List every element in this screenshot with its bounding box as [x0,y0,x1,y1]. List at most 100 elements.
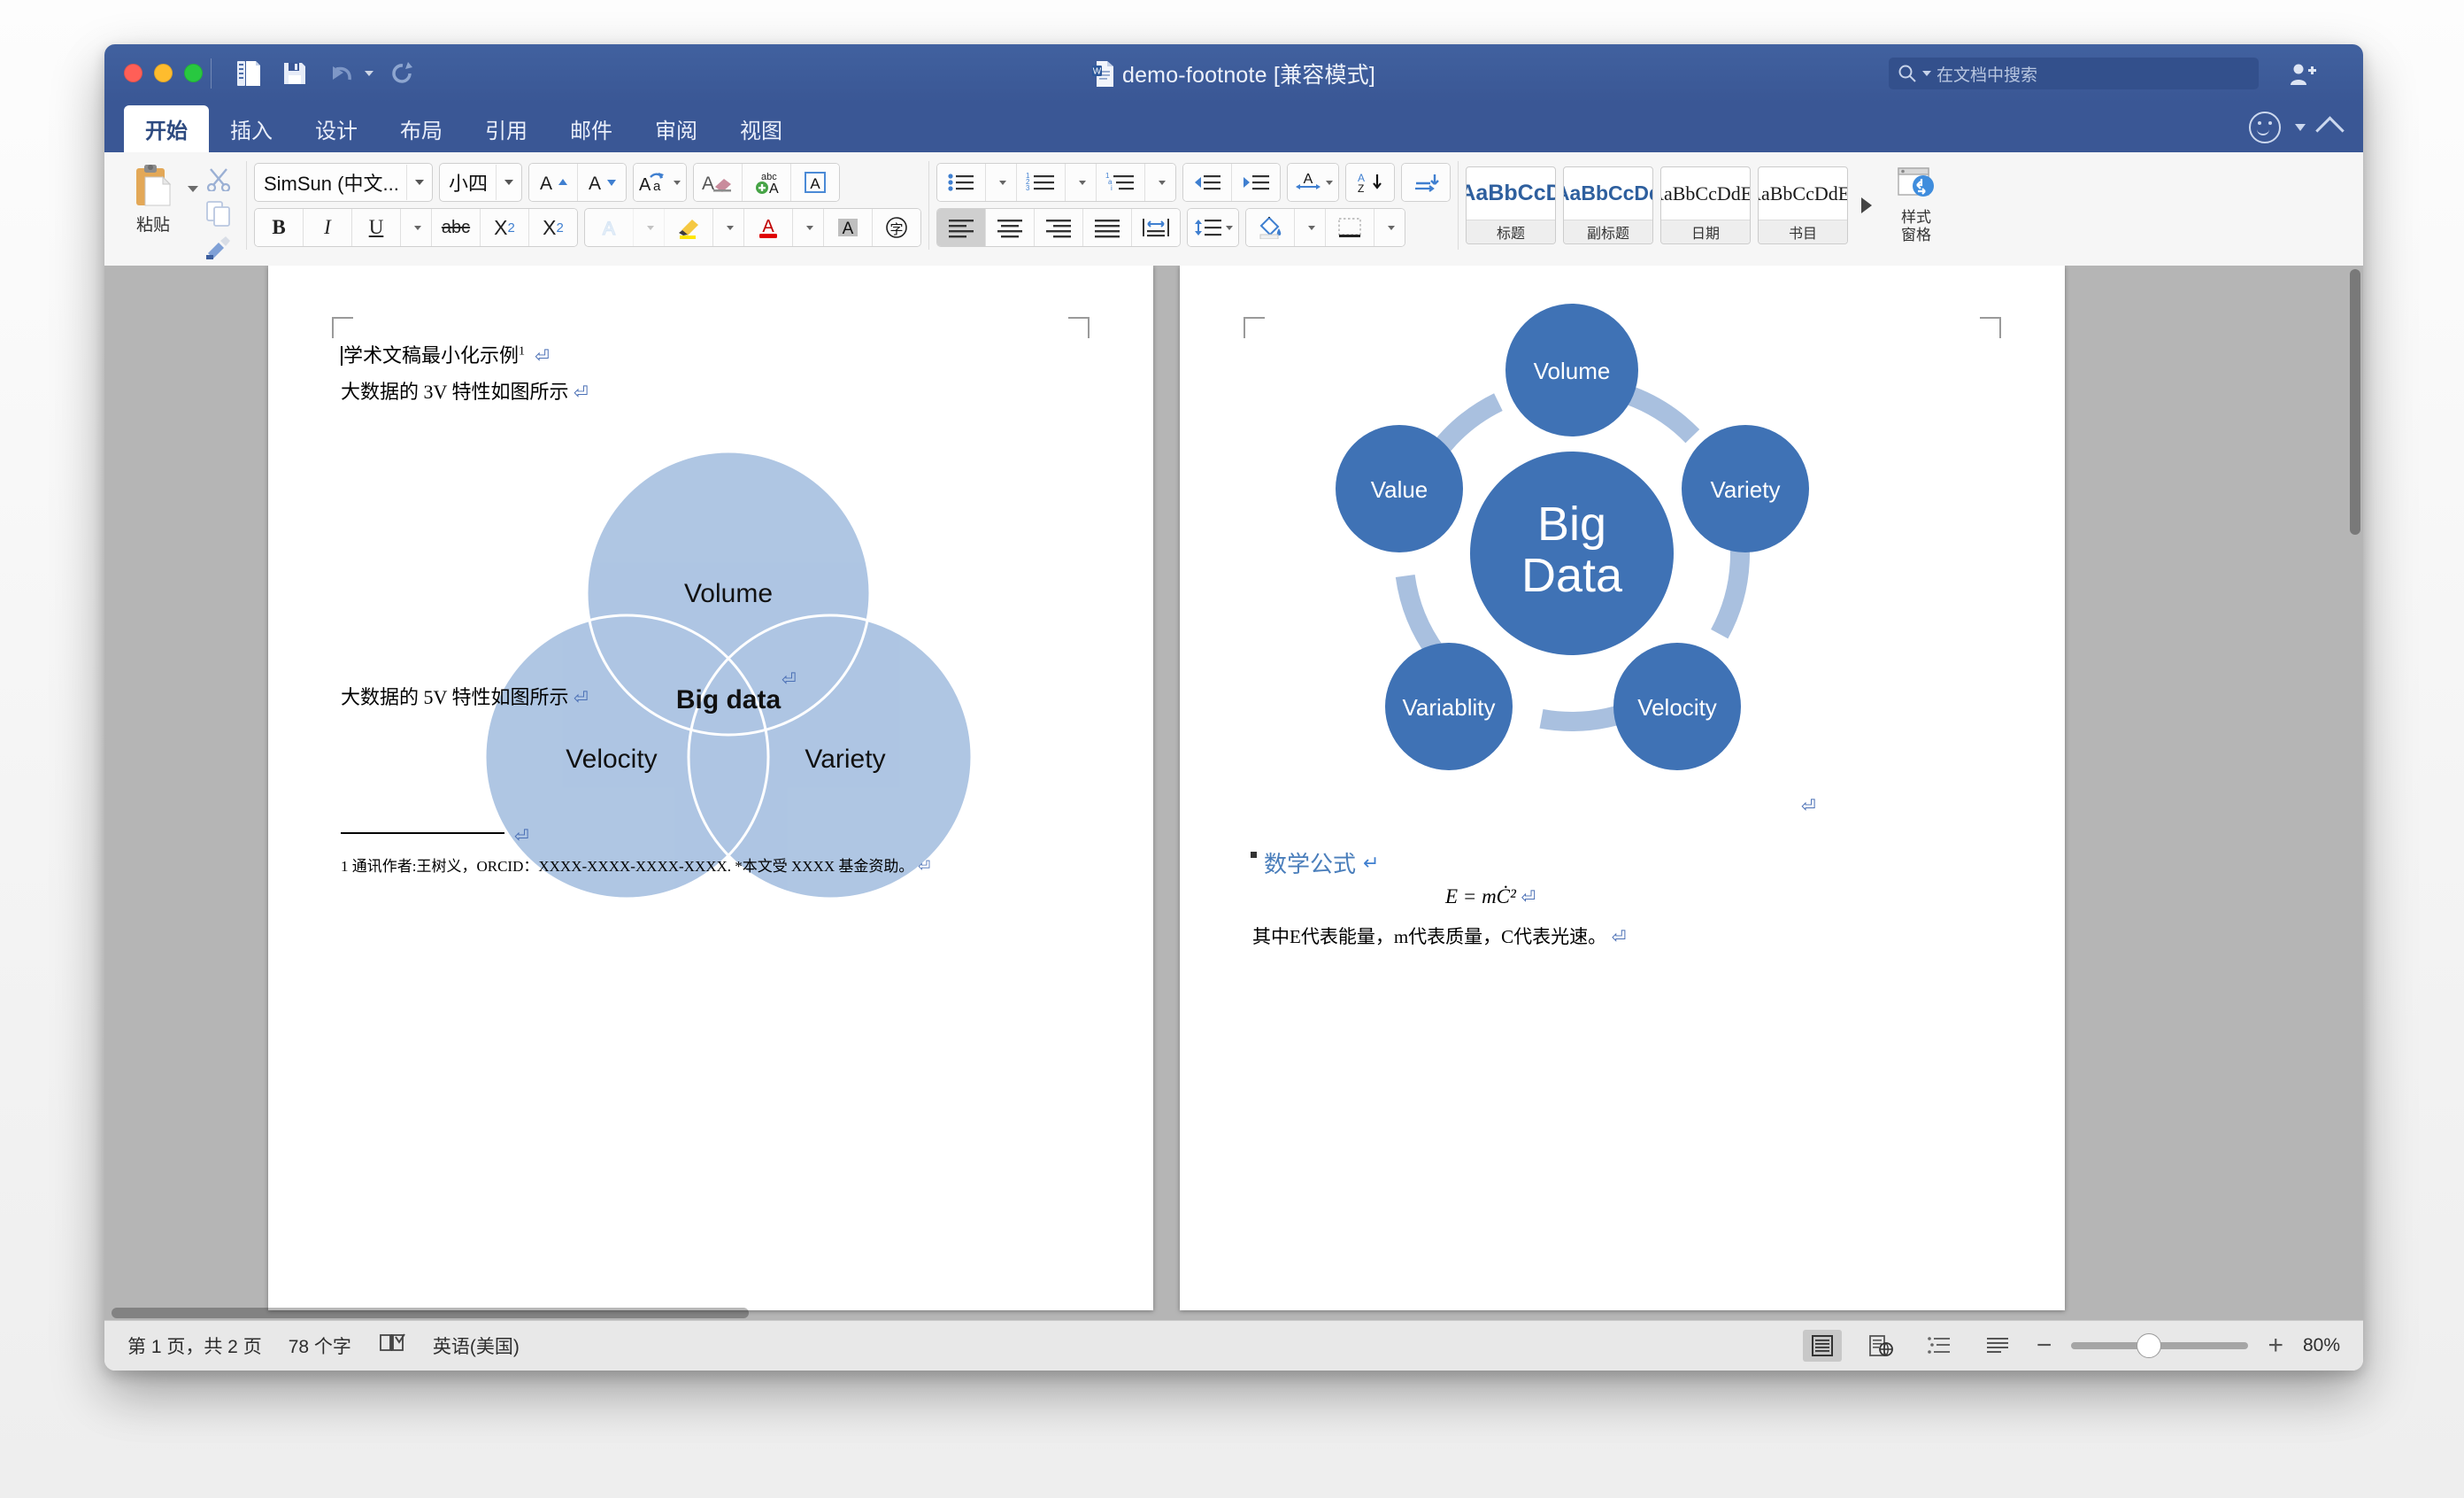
tab-mailings[interactable]: 邮件 [549,105,634,153]
highlight-icon[interactable] [665,209,713,246]
text-effects-button[interactable]: A [585,209,634,246]
document-page-1[interactable]: 学术文稿最小化示例1 ⏎ 大数据的 3V 特性如图所示 ⏎ Volume Vel… [268,266,1153,1310]
bullet-list-icon[interactable] [937,164,986,201]
cycle-diagram-5v[interactable]: Big Data Volume Variety Velocity Variabl… [1302,292,1851,815]
show-formatting-marks-icon[interactable] [1402,164,1450,201]
vertical-scrollbar[interactable] [2350,269,2360,1317]
text-direction-icon[interactable]: A [1288,164,1338,201]
gallery-scroll-right-icon[interactable] [1855,167,1878,243]
zoom-slider-knob[interactable] [2137,1333,2162,1358]
style-item-bibliography[interactable]: AaBbCcDdEe 书目 [1758,166,1848,244]
character-border-button[interactable]: A [791,164,839,201]
shrink-font-button[interactable]: A [578,164,626,201]
grow-font-button[interactable]: A [529,164,578,201]
justify-icon[interactable] [1083,209,1132,246]
feedback-smiley-icon[interactable] [2249,112,2281,143]
cut-scissors-icon[interactable] [198,163,239,195]
character-shading-button[interactable]: A [824,209,873,246]
superscript-button[interactable]: X2 [529,209,577,246]
format-painter-icon[interactable] [198,232,239,264]
floppy-disk-icon[interactable] [278,57,312,90]
underline-dropdown[interactable] [401,209,432,246]
close-button[interactable] [124,64,142,82]
tab-insert[interactable]: 插入 [209,105,294,153]
shading-dropdown[interactable] [1295,209,1326,246]
borders-dropdown[interactable] [1374,209,1405,246]
subscript-button[interactable]: X2 [481,209,529,246]
shading-bucket-icon[interactable] [1246,209,1295,246]
zoom-in-button[interactable]: + [2268,1332,2283,1359]
borders-icon[interactable] [1326,209,1374,246]
sort-az-icon[interactable]: AZ [1346,164,1394,201]
enclose-character-button[interactable]: 字 [873,209,920,246]
zoom-level-label[interactable]: 80% [2303,1335,2340,1356]
tab-layout[interactable]: 布局 [379,105,464,153]
clear-formatting-button[interactable]: A [694,164,743,201]
document-page-2[interactable]: Big Data Volume Variety Velocity Variabl… [1180,266,2065,1310]
spell-check-icon[interactable] [378,1332,406,1360]
paste-button[interactable]: 粘贴 [120,158,186,236]
styles-pane-button[interactable]: 样式 窗格 [1878,158,1954,243]
font-name-combo[interactable]: SimSun (中文... [254,163,433,202]
undo-arrow-icon[interactable] [324,57,358,90]
distribute-icon[interactable] [1132,209,1180,246]
collapse-ribbon-icon[interactable] [2315,115,2345,145]
text-effects-dropdown[interactable] [634,209,665,246]
font-size-dropdown[interactable] [496,165,521,200]
highlight-dropdown[interactable] [713,209,744,246]
tab-references[interactable]: 引用 [464,105,549,153]
horizontal-scrollbar[interactable] [112,1308,2345,1318]
paste-dropdown-caret[interactable] [188,186,198,192]
search-input[interactable]: 在文档中搜索 [1889,58,2259,89]
underline-button[interactable]: U [352,209,401,246]
decrease-indent-icon[interactable] [1183,164,1232,201]
phonetic-guide-button[interactable]: abc A [743,164,791,201]
vertical-scrollbar-thumb[interactable] [2350,269,2360,535]
language-indicator[interactable]: 英语(美国) [433,1332,520,1359]
redo-arrow-icon[interactable] [386,57,420,90]
search-dropdown-caret[interactable] [1922,71,1931,76]
font-size-combo[interactable]: 小四 [439,163,522,202]
tab-home[interactable]: 开始 [124,105,209,153]
tab-review[interactable]: 审阅 [634,105,719,153]
numbered-list-dropdown[interactable] [1066,164,1097,201]
tab-design[interactable]: 设计 [294,105,379,153]
feedback-dropdown-caret[interactable] [2295,124,2306,131]
font-color-button[interactable]: A [744,209,793,246]
word-count[interactable]: 78 个字 [289,1332,351,1359]
person-add-icon[interactable] [2285,57,2321,92]
italic-button[interactable]: I [304,209,352,246]
bullet-list-dropdown[interactable] [986,164,1017,201]
multilevel-list-icon[interactable]: 1ai [1097,164,1145,201]
zoom-slider[interactable] [2071,1333,2249,1358]
web-layout-icon[interactable] [1861,1330,1900,1362]
draft-icon[interactable] [1978,1330,2017,1362]
document-canvas[interactable]: 学术文稿最小化示例1 ⏎ 大数据的 3V 特性如图所示 ⏎ Volume Vel… [104,266,2363,1321]
align-left-icon[interactable] [937,209,986,246]
line-spacing-icon[interactable] [1188,209,1238,246]
multilevel-list-dropdown[interactable] [1145,164,1175,201]
bold-button[interactable]: B [255,209,304,246]
horizontal-scrollbar-thumb[interactable] [112,1308,749,1318]
zoom-out-button[interactable]: − [2037,1332,2052,1359]
align-center-icon[interactable] [986,209,1035,246]
minimize-button[interactable] [154,64,173,82]
undo-dropdown-caret[interactable] [365,71,373,76]
copy-icon[interactable] [198,197,239,229]
font-name-dropdown[interactable] [406,165,432,200]
outline-icon[interactable] [1920,1330,1959,1362]
tab-view[interactable]: 视图 [719,105,804,153]
style-item-date[interactable]: AaBbCcDdEe 日期 [1660,166,1751,244]
strikethrough-button[interactable]: abc [432,209,481,246]
style-item-subtitle[interactable]: AaBbCcDd 副标题 [1563,166,1653,244]
style-item-title[interactable]: AaBbCcD 标题 [1466,166,1556,244]
align-right-icon[interactable] [1035,209,1083,246]
document-panel-icon[interactable] [232,57,266,90]
font-color-dropdown[interactable] [793,209,824,246]
maximize-button[interactable] [184,64,203,82]
increase-indent-icon[interactable] [1232,164,1280,201]
numbered-list-icon[interactable]: 123 [1017,164,1066,201]
page-indicator[interactable]: 第 1 页，共 2 页 [127,1332,262,1359]
print-layout-icon[interactable] [1802,1330,1842,1362]
change-case-button[interactable]: Aa [634,164,686,201]
